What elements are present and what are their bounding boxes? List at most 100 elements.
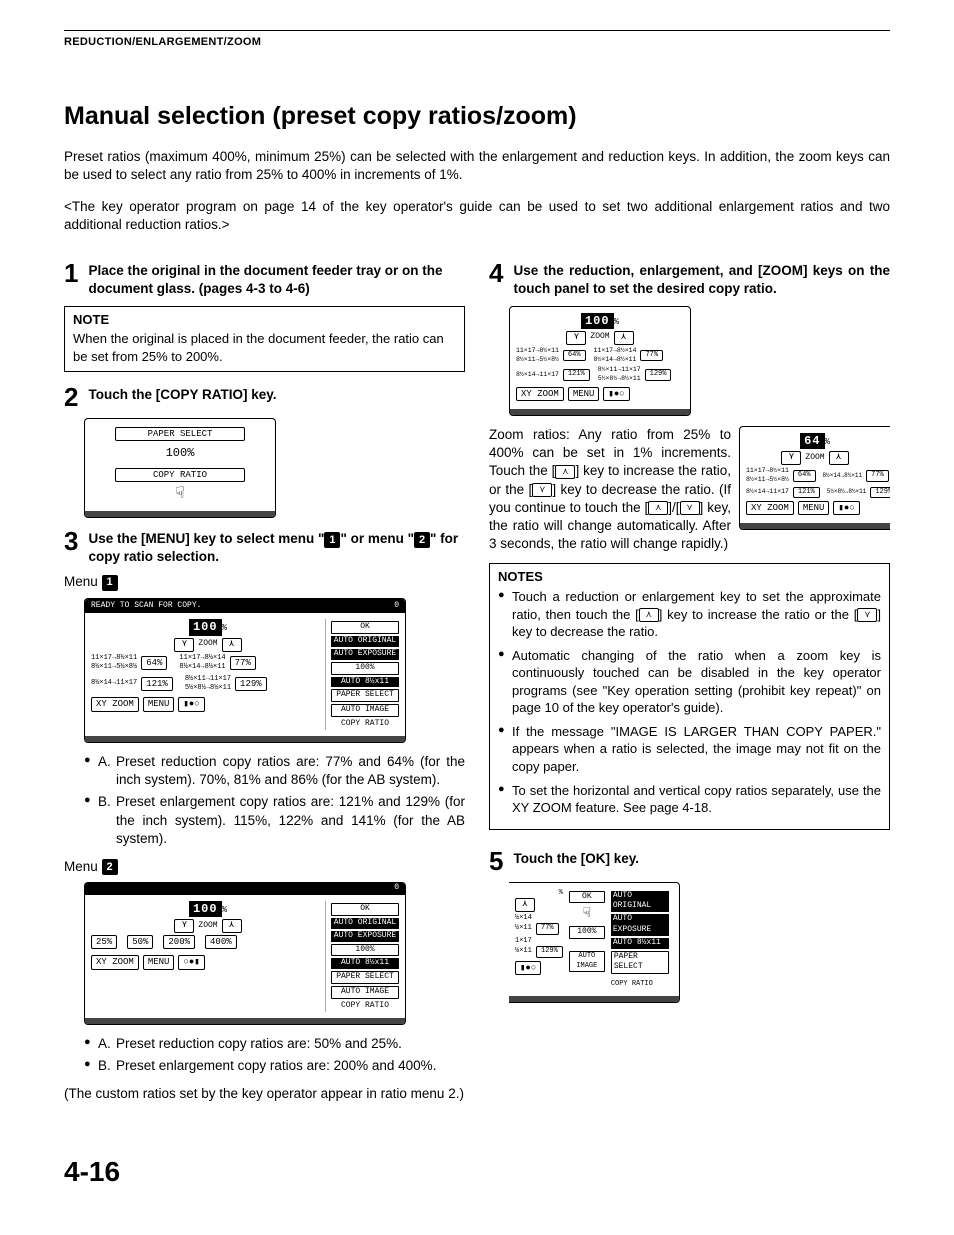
xy-zoom-button[interactable]: XY ZOOM [91, 955, 139, 969]
ratio-121-button[interactable]: 121% [141, 677, 173, 691]
step-3: 3 Use the [MENU] key to select menu "1" … [64, 528, 465, 565]
ratio-129-button[interactable]: 129% [235, 677, 267, 691]
ratio-25-button[interactable]: 25% [91, 935, 117, 949]
paper-select-button[interactable]: PAPER SELECT [331, 689, 399, 702]
ratio-50-button[interactable]: 50% [127, 935, 153, 949]
menu2-bullet-b: B.Preset enlargement copy ratios are: 20… [84, 1057, 465, 1075]
subintro-paragraph: <The key operator program on page 14 of … [64, 198, 890, 234]
paper-select-display[interactable]: AUTO 8½x11 [611, 938, 669, 949]
zoom-up-icon[interactable]: ⋏ [829, 451, 849, 465]
zoom-down-icon[interactable]: ⋎ [174, 919, 194, 933]
ratio-200-button[interactable]: 200% [163, 935, 195, 949]
zoom-label: ZOOM [198, 639, 217, 650]
figure-menu-2: 0 OK AUTO ORIGINAL AUTO EXPOSURE 100% AU… [84, 882, 406, 1024]
zoom-down-icon[interactable]: ⋎ [781, 451, 801, 465]
paper-select-button[interactable]: PAPER SELECT [331, 971, 399, 984]
note-item-2: Automatic changing of the ratio when a z… [498, 647, 881, 717]
note-item-1: Touch a reduction or enlargement key to … [498, 588, 881, 641]
menu-2-label: Menu 2 [64, 858, 465, 876]
step-number: 3 [64, 528, 78, 554]
ratio-121-button[interactable]: 121% [563, 369, 590, 380]
copy-ratio-label: COPY RATIO [331, 719, 399, 730]
ratio-77-button[interactable]: 77% [640, 350, 663, 361]
menu1-bullet-b: B.Preset enlargement copy ratios are: 12… [84, 793, 465, 848]
zoom-up-icon[interactable]: ⋏ [614, 331, 634, 345]
percent-display: 64 [800, 433, 824, 449]
ok-button[interactable]: OK [331, 621, 399, 634]
note-item-3: If the message "IMAGE IS LARGER THAN COP… [498, 723, 881, 776]
figure-ok-panel: % ⋏ ½×14½×11 77% 1×17½×11 129% ▮●○ OK ☟ … [509, 882, 680, 1003]
menu-button[interactable]: MENU [143, 955, 175, 969]
100-percent-button[interactable]: 100% [569, 926, 605, 939]
figure-ratio-panel-100: 100% ⋎ ZOOM ⋏ 11×17→8½×118½×11→5½×8½ 64%… [509, 306, 691, 416]
zoom-label: ZOOM [198, 921, 217, 932]
step-text: Place the original in the document feede… [88, 260, 465, 297]
step-number: 1 [64, 260, 78, 286]
menu-indicator: ▮●○ [603, 387, 629, 401]
menu-indicator: ▮●○ [515, 961, 541, 975]
auto-original-button[interactable]: AUTO ORIGINAL [331, 918, 399, 929]
step-text: Touch the [COPY RATIO] key. [88, 384, 276, 404]
ratio-77-button[interactable]: 77% [230, 656, 256, 670]
percent-display: 100 [189, 619, 222, 635]
xy-zoom-button[interactable]: XY ZOOM [91, 697, 139, 711]
note-body: When the original is placed in the docum… [73, 330, 456, 365]
ratio-400-button[interactable]: 400% [205, 935, 237, 949]
note-box: NOTE When the original is placed in the … [64, 306, 465, 373]
zoom-down-icon[interactable]: ⋎ [174, 638, 194, 652]
step3-mid: " or menu " [340, 531, 414, 546]
paper-select-button[interactable]: PAPER SELECT [611, 951, 669, 975]
copy-ratio-button[interactable]: COPY RATIO [115, 468, 245, 482]
notes-block: NOTES Touch a reduction or enlargement k… [489, 563, 890, 829]
menu2-bullet-a: A.Preset reduction copy ratios are: 50% … [84, 1035, 465, 1053]
paper-select-button[interactable]: PAPER SELECT [115, 427, 245, 441]
ratio-77-button[interactable]: 77% [536, 923, 559, 934]
auto-original-button[interactable]: AUTO ORIGINAL [611, 891, 669, 913]
section-header: REDUCTION/ENLARGEMENT/ZOOM [64, 35, 890, 50]
ok-button[interactable]: OK [331, 903, 399, 916]
ratio-129-button[interactable]: 129% [536, 946, 563, 957]
zoom-up-icon: ⋏ [555, 465, 575, 479]
100-percent-button[interactable]: 100% [331, 662, 399, 675]
zoom-up-icon[interactable]: ⋏ [222, 919, 242, 933]
auto-image-button[interactable]: AUTO IMAGE [331, 704, 399, 717]
paper-select-display[interactable]: AUTO 8½x11 [331, 958, 399, 969]
step-2: 2 Touch the [COPY RATIO] key. [64, 384, 465, 410]
zoom-up-icon[interactable]: ⋏ [222, 638, 242, 652]
100-percent-button[interactable]: 100% [331, 944, 399, 957]
zoom-down-icon: ⋎ [680, 501, 700, 515]
step-text: Use the reduction, enlargement, and [ZOO… [513, 260, 890, 297]
zoom-up-icon: ⋏ [648, 501, 668, 515]
figure-copy-ratio-key: PAPER SELECT 100% COPY RATIO ☟ [84, 418, 276, 518]
ratio-64-button[interactable]: 64% [563, 350, 586, 361]
auto-exposure-button[interactable]: AUTO EXPOSURE [611, 914, 669, 936]
menu-button[interactable]: MENU [568, 387, 600, 401]
auto-exposure-button[interactable]: AUTO EXPOSURE [331, 649, 399, 660]
copy-ratio-label: COPY RATIO [331, 1001, 399, 1012]
xy-zoom-button[interactable]: XY ZOOM [516, 387, 564, 401]
page-title: Manual selection (preset copy ratios/zoo… [64, 100, 890, 134]
paper-select-display[interactable]: AUTO 8½x11 [331, 677, 399, 688]
zoom-down-icon: ⋎ [857, 608, 877, 622]
auto-exposure-button[interactable]: AUTO EXPOSURE [331, 931, 399, 942]
step-number: 4 [489, 260, 503, 286]
step-number: 2 [64, 384, 78, 410]
hand-pointer-icon: ☟ [91, 484, 269, 506]
zoom-down-icon[interactable]: ⋎ [566, 331, 586, 345]
zoom-down-icon: ⋎ [532, 483, 552, 497]
step-text: Touch the [OK] key. [513, 848, 639, 868]
step-number: 5 [489, 848, 503, 874]
notes-title: NOTES [498, 568, 881, 586]
menu-button[interactable]: MENU [143, 697, 175, 711]
auto-image-button[interactable]: AUTO IMAGE [569, 951, 605, 972]
zoom-up-icon[interactable]: ⋏ [515, 898, 535, 912]
step3-pre: Use the [MENU] key to select menu " [88, 531, 324, 546]
menu-badge-2-icon: 2 [102, 859, 118, 875]
menu-indicator: ○●▮ [178, 955, 204, 969]
menu-1-label: Menu 1 [64, 573, 465, 591]
auto-image-button[interactable]: AUTO IMAGE [331, 986, 399, 999]
ok-button[interactable]: OK [569, 891, 605, 904]
ratio-129-button[interactable]: 129% [645, 369, 672, 380]
auto-original-button[interactable]: AUTO ORIGINAL [331, 636, 399, 647]
ratio-64-button[interactable]: 64% [141, 656, 167, 670]
